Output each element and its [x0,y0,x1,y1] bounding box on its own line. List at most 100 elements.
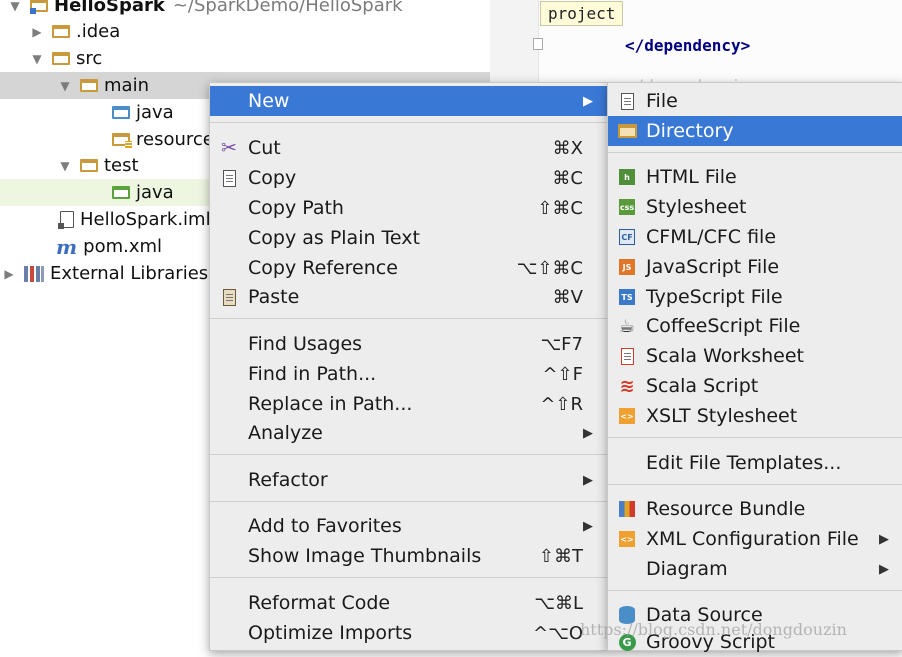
expanded-arrow-icon[interactable]: ▼ [58,159,72,173]
submenu-item-directory[interactable]: Directory [608,116,902,146]
menu-separator [608,590,902,591]
submenu-item-javascript-file[interactable]: JS JavaScript File [608,252,902,282]
new-submenu: File Directory h HTML File css Styleshee… [607,82,902,653]
submenu-arrow-icon: ▶ [879,561,889,577]
menu-shortcut: ^⇧F [542,363,583,385]
menu-item-copy[interactable]: Copy ⌘C [210,163,607,193]
submenu-item-scala-worksheet[interactable]: Scala Worksheet [608,341,902,371]
menu-label: Reformat Code [248,592,391,614]
xml-file-icon: <> [617,529,637,549]
expanded-arrow-icon[interactable]: ▼ [58,79,72,93]
menu-label: TypeScript File [646,286,783,308]
submenu-item-stylesheet[interactable]: css Stylesheet [608,192,902,222]
menu-item-cut[interactable]: ✂ Cut ⌘X [210,133,607,163]
folder-icon [52,52,70,65]
menu-label: CoffeeScript File [646,315,801,337]
javascript-file-icon: JS [617,257,637,277]
menu-label: Paste [248,286,300,308]
menu-shortcut: ⌘V [552,286,583,308]
submenu-item-coffeescript-file[interactable]: ☕ CoffeeScript File [608,311,902,341]
tree-item-src[interactable]: ▼ src [0,45,520,72]
collapsed-arrow-icon[interactable]: ▶ [30,25,44,39]
submenu-arrow-icon: ▶ [583,93,593,109]
folder-icon [617,121,637,141]
menu-item-replace-in-path[interactable]: Replace in Path... ^⇧R [210,389,607,419]
tree-item-label: .idea [76,21,121,42]
test-folder-icon [112,186,130,199]
menu-item-add-to-favorites[interactable]: Add to Favorites ▶ [210,511,607,541]
xslt-icon: <> [617,406,637,426]
menu-item-reformat-code[interactable]: Reformat Code ⌥⌘L [210,588,607,618]
menu-item-copy-reference[interactable]: Copy Reference ⌥⇧⌘C [210,253,607,283]
menu-separator [608,484,902,485]
tree-item-idea[interactable]: ▶ .idea [0,18,520,45]
menu-label: Scala Script [646,375,759,397]
menu-separator [210,577,607,578]
tree-item-label: src [76,48,103,69]
menu-shortcut: ⇧⌘C [537,197,583,219]
menu-item-find-usages[interactable]: Find Usages ⌥F7 [210,329,607,359]
submenu-item-html-file[interactable]: h HTML File [608,162,902,192]
tree-item-label: test [104,155,139,176]
menu-shortcut: ⌘C [552,167,583,189]
submenu-item-file[interactable]: File [608,86,902,116]
menu-item-analyze[interactable]: Analyze ▶ [210,418,607,448]
scissors-icon: ✂ [221,137,237,159]
menu-label: Directory [646,120,734,142]
menu-item-refactor[interactable]: Refactor ▶ [210,465,607,495]
menu-separator [608,152,902,153]
submenu-arrow-icon: ▶ [583,425,593,441]
fold-marker-icon[interactable] [533,38,543,50]
menu-item-find-in-path[interactable]: Find in Path... ^⇧F [210,359,607,389]
tree-item-label: java [136,182,174,203]
collapsed-arrow-icon[interactable]: ▶ [2,267,16,281]
menu-label: Diagram [646,558,728,580]
submenu-item-edit-file-templates[interactable]: Edit File Templates... [608,448,902,478]
clipboard-icon [219,287,239,307]
menu-shortcut: ⇧⌘T [538,545,583,567]
submenu-item-diagram[interactable]: Diagram ▶ [608,554,902,584]
project-folder-icon [30,0,48,14]
coffeescript-icon: ☕ [618,315,636,337]
tree-item-project[interactable]: ▼ HelloSpark ~/SparkDemo/HelloSpark [0,0,498,19]
menu-separator [210,318,607,319]
menu-label: File [646,90,678,112]
menu-label: Refactor [248,469,328,491]
submenu-arrow-icon: ▶ [879,531,889,547]
menu-label: XML Configuration File [646,528,859,550]
expanded-arrow-icon[interactable]: ▼ [30,52,44,66]
menu-shortcut: ⌘X [552,137,583,159]
menu-item-paste[interactable]: Paste ⌘V [210,282,607,312]
scala-worksheet-icon [617,346,637,366]
html-file-icon: h [617,167,637,187]
menu-item-optimize-imports[interactable]: Optimize Imports ^⌥O [210,618,607,648]
menu-label: Copy Reference [248,257,398,279]
resource-bundle-icon [617,499,637,519]
menu-label: Replace in Path... [248,393,413,415]
breadcrumb[interactable]: project [540,1,624,26]
menu-item-show-image-thumbnails[interactable]: Show Image Thumbnails ⇧⌘T [210,541,607,571]
submenu-item-typescript-file[interactable]: TS TypeScript File [608,282,902,312]
menu-label: Resource Bundle [646,498,806,520]
menu-shortcut: ^⌥O [533,622,583,644]
submenu-arrow-icon: ▶ [583,518,593,534]
submenu-item-cfml-file[interactable]: CF CFML/CFC file [608,222,902,252]
menu-shortcut: ⌥F7 [540,333,583,355]
submenu-item-scala-script[interactable]: ≋ Scala Script [608,371,902,401]
menu-shortcut: ^⇧R [540,393,583,415]
submenu-item-resource-bundle[interactable]: Resource Bundle [608,494,902,524]
source-folder-icon [112,106,130,119]
menu-item-copy-path[interactable]: Copy Path ⇧⌘C [210,193,607,223]
menu-shortcut: ⌥⌘L [534,592,583,614]
typescript-file-icon: TS [617,287,637,307]
resources-folder-icon [112,133,132,148]
menu-item-copy-plain-text[interactable]: Copy as Plain Text [210,223,607,253]
folder-icon [52,25,70,38]
submenu-item-xslt-stylesheet[interactable]: <> XSLT Stylesheet [608,401,902,431]
project-path: ~/SparkDemo/HelloSpark [172,0,403,16]
file-icon [617,91,637,111]
expanded-arrow-icon[interactable]: ▼ [8,0,22,13]
submenu-item-xml-configuration-file[interactable]: <> XML Configuration File ▶ [608,524,902,554]
menu-label: Add to Favorites [248,515,402,537]
menu-item-new[interactable]: New ▶ [210,86,607,116]
